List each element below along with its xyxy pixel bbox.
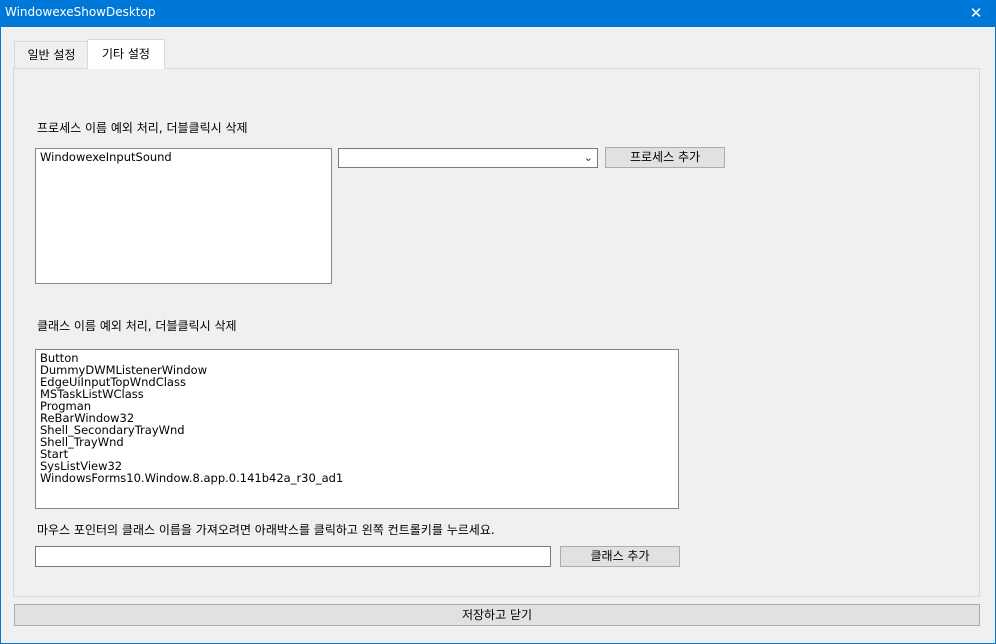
- tab-general-settings[interactable]: 일반 설정: [14, 41, 89, 68]
- list-item[interactable]: WindowsForms10.Window.8.app.0.141b42a_r3…: [36, 472, 678, 484]
- class-capture-hint: 마우스 포인터의 클래스 이름을 가져오려면 아래박스를 클릭하고 왼쪽 컨트롤…: [37, 523, 495, 537]
- close-icon[interactable]: ✕: [956, 0, 996, 27]
- process-combobox[interactable]: ⌄: [338, 148, 598, 168]
- tab-other-settings[interactable]: 기타 설정: [87, 39, 165, 69]
- add-process-button-label: 프로세스 추가: [629, 150, 701, 164]
- list-item[interactable]: MSTaskListWClass: [36, 388, 678, 400]
- title-bar[interactable]: WindowexeShowDesktop ✕: [0, 0, 996, 27]
- list-item[interactable]: Shell_SecondaryTrayWnd: [36, 424, 678, 436]
- add-process-button[interactable]: 프로세스 추가: [605, 147, 725, 168]
- tab-other-settings-label: 기타 설정: [102, 47, 150, 61]
- add-class-button-label: 클래스 추가: [590, 549, 650, 563]
- add-class-button[interactable]: 클래스 추가: [560, 546, 680, 567]
- list-item[interactable]: WindowexeInputSound: [36, 151, 331, 163]
- list-item[interactable]: Start: [36, 448, 678, 460]
- process-exception-listbox[interactable]: WindowexeInputSound: [35, 148, 332, 284]
- save-and-close-button[interactable]: 저장하고 닫기: [14, 604, 980, 626]
- process-exception-label: 프로세스 이름 예외 처리, 더블클릭시 삭제: [37, 121, 248, 135]
- list-item[interactable]: Shell_TrayWnd: [36, 436, 678, 448]
- window-title: WindowexeShowDesktop: [5, 5, 156, 19]
- class-exception-label: 클래스 이름 예외 처리, 더블클릭시 삭제: [37, 319, 237, 333]
- chevron-down-icon[interactable]: ⌄: [584, 149, 593, 167]
- class-name-input[interactable]: [35, 546, 551, 567]
- save-and-close-button-label: 저장하고 닫기: [461, 608, 533, 622]
- class-exception-listbox[interactable]: Button DummyDWMListenerWindow EdgeUiInputT…: [35, 349, 679, 509]
- tab-general-settings-label: 일반 설정: [27, 48, 76, 62]
